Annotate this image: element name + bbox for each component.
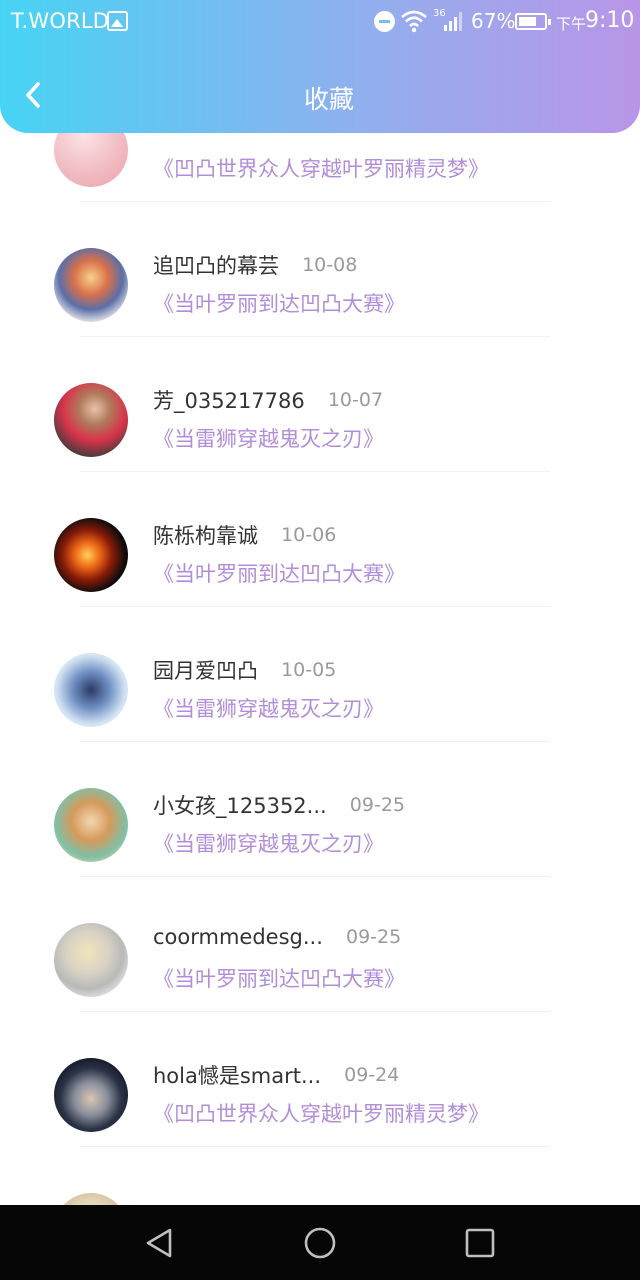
favorites-screen: 《凹凸世界众人穿越叶罗丽精灵梦》 追凹凸的幕芸 10-08 《当叶罗丽到达凹凸大…	[0, 0, 640, 1280]
favorite-date: 10-06	[281, 524, 337, 546]
favorite-date: 09-25	[345, 926, 402, 948]
story-title-link[interactable]: 《凹凸世界众人穿越叶罗丽精灵梦》	[153, 1098, 489, 1128]
wifi-icon	[401, 10, 427, 33]
username: 小女孩_125352...	[153, 794, 327, 818]
nav-recents-button[interactable]	[460, 1225, 500, 1261]
page-title: 收藏	[303, 85, 354, 114]
list-item[interactable]: 小女孩_125352... 09-25 《当雷狮穿越鬼灭之刃》	[0, 742, 640, 877]
list-item[interactable]: 园月爱凹凸 10-05 《当雷狮穿越鬼灭之刃》	[0, 607, 640, 742]
clock-prefix: 下午	[556, 15, 587, 33]
list-item[interactable]: 追凹凸的幕芸 10-08 《当叶罗丽到达凹凸大赛》	[0, 202, 640, 337]
circle-home-icon	[304, 1227, 336, 1259]
list-item[interactable]: 芳_035217786 10-07 《当雷狮穿越鬼灭之刃》	[0, 337, 640, 472]
list-item[interactable]: hola憾是smart... 09-24 《凹凸世界众人穿越叶罗丽精灵梦》	[0, 1012, 640, 1147]
username: coormmedesg...	[153, 925, 323, 949]
avatar	[54, 788, 128, 862]
avatar	[54, 518, 128, 592]
square-recents-icon	[465, 1228, 495, 1258]
favorite-date: 09-25	[349, 794, 406, 816]
avatar	[54, 248, 128, 322]
nav-home-button[interactable]	[300, 1225, 340, 1261]
story-title-link[interactable]: 《当雷狮穿越鬼灭之刃》	[153, 423, 384, 453]
avatar	[54, 383, 128, 457]
avatar	[54, 1058, 128, 1132]
story-title-link[interactable]: 《当雷狮穿越鬼灭之刃》	[153, 693, 384, 723]
story-title-link[interactable]: 《当叶罗丽到达凹凸大赛》	[153, 558, 405, 588]
do-not-disturb-icon	[374, 11, 395, 32]
username: 陈栎枸靠诚	[153, 524, 258, 548]
favorite-date: 10-07	[327, 389, 384, 411]
nav-back-button[interactable]	[140, 1225, 180, 1261]
carrier-label: T.WORLD	[11, 9, 110, 33]
story-title-link[interactable]: 《当叶罗丽到达凹凸大赛》	[153, 963, 405, 993]
username: 园月爱凹凸	[153, 659, 258, 683]
status-bar: T.WORLD 36 67% 下午 9:10	[0, 0, 640, 44]
clock-time: 9:10	[585, 8, 635, 33]
username: hola憾是smart...	[153, 1064, 322, 1088]
signal-icon	[444, 12, 462, 31]
avatar	[54, 923, 128, 997]
username: 追凹凸的幕芸	[153, 254, 279, 278]
favorite-date: 09-24	[344, 1064, 400, 1086]
username: 芳_035217786	[153, 389, 305, 413]
system-nav-bar	[0, 1205, 640, 1280]
battery-percent: 67%	[471, 9, 516, 33]
favorite-date: 10-08	[302, 254, 358, 276]
favorite-date: 10-05	[281, 659, 337, 681]
list-item[interactable]: coormmedesg... 09-25 《当叶罗丽到达凹凸大赛》	[0, 877, 640, 1012]
favorites-list[interactable]: 《凹凸世界众人穿越叶罗丽精灵梦》 追凹凸的幕芸 10-08 《当叶罗丽到达凹凸大…	[0, 67, 640, 1280]
app-header: T.WORLD 36 67% 下午 9:10 收藏	[0, 0, 640, 133]
gallery-icon	[107, 11, 128, 31]
triangle-back-icon	[146, 1228, 172, 1258]
story-title-link[interactable]: 《当雷狮穿越鬼灭之刃》	[153, 828, 384, 858]
avatar	[54, 653, 128, 727]
battery-icon	[515, 13, 551, 30]
story-title-link[interactable]: 《凹凸世界众人穿越叶罗丽精灵梦》	[153, 153, 489, 183]
list-item[interactable]: 陈栎枸靠诚 10-06 《当叶罗丽到达凹凸大赛》	[0, 472, 640, 607]
story-title-link[interactable]: 《当叶罗丽到达凹凸大赛》	[153, 288, 405, 318]
